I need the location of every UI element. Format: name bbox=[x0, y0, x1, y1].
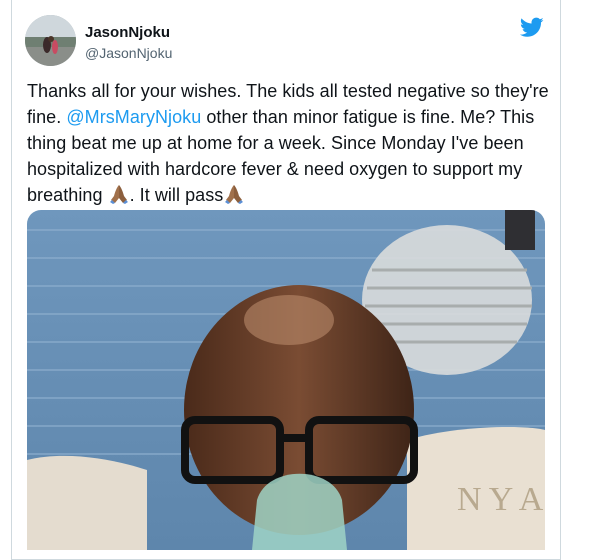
author-name[interactable]: JasonNjoku bbox=[85, 24, 170, 41]
folded-hands-emoji bbox=[223, 183, 245, 212]
pillow-print: N Y A N bbox=[457, 481, 545, 518]
author-handle[interactable]: @JasonNjoku bbox=[85, 45, 172, 61]
tweet-text: Thanks all for your wishes. The kids all… bbox=[27, 78, 552, 212]
mention-link[interactable]: @MrsMaryNjoku bbox=[66, 107, 201, 127]
twitter-bird-icon[interactable] bbox=[519, 17, 544, 38]
avatar[interactable] bbox=[25, 15, 76, 66]
tweet-text-part3: . It will pass bbox=[129, 185, 224, 205]
folded-hands-emoji bbox=[108, 183, 130, 212]
tweet-photo[interactable]: N Y A N bbox=[27, 210, 545, 550]
